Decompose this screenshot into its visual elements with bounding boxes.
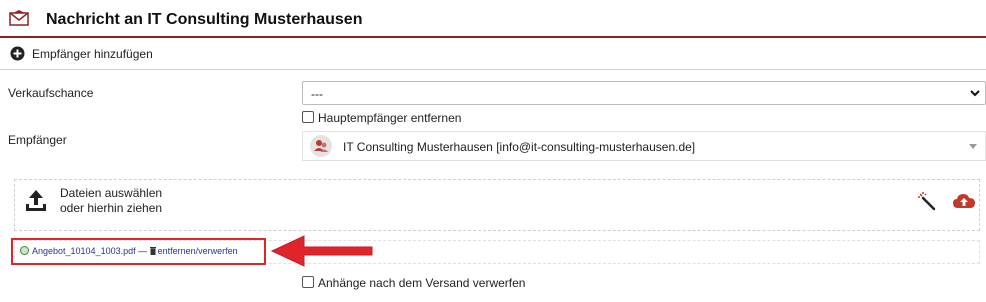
attachment-remove-link[interactable]: entfernen/verwerfen bbox=[158, 246, 238, 256]
status-dot-icon bbox=[20, 246, 29, 255]
file-dropzone[interactable]: Dateien auswählen oder hierhin ziehen bbox=[14, 179, 980, 231]
opportunity-label: Verkaufschance bbox=[8, 86, 94, 100]
recipient-value: IT Consulting Musterhausen [info@it-cons… bbox=[343, 140, 696, 154]
recipient-select[interactable]: IT Consulting Musterhausen [info@it-cons… bbox=[302, 131, 986, 161]
opportunity-select[interactable]: --- bbox=[302, 81, 986, 105]
attachment-separator: — bbox=[138, 246, 148, 256]
cloud-upload-icon[interactable] bbox=[952, 192, 976, 213]
discard-after-send-checkbox[interactable] bbox=[302, 276, 314, 288]
add-recipient-bar: Empfänger hinzufügen bbox=[0, 38, 986, 70]
dialog-header: Nachricht an IT Consulting Musterhausen bbox=[0, 0, 986, 38]
dialog-title: Nachricht an IT Consulting Musterhausen bbox=[46, 11, 363, 28]
red-arrow-annotation bbox=[268, 230, 380, 275]
upload-icon[interactable] bbox=[23, 188, 49, 217]
add-recipient-button[interactable]: Empfänger hinzufügen bbox=[32, 47, 153, 61]
upload-line-2: oder hierhin ziehen bbox=[60, 201, 163, 215]
attachment-item: Angebot_10104_1003.pdf — entfernen/verwe… bbox=[20, 246, 238, 257]
recipient-label: Empfänger bbox=[8, 133, 67, 147]
dropdown-caret-icon bbox=[969, 144, 977, 149]
envelope-icon bbox=[9, 10, 29, 29]
magic-wand-icon[interactable] bbox=[917, 191, 937, 214]
opportunity-select-value: --- bbox=[311, 87, 323, 101]
trash-icon[interactable] bbox=[149, 247, 156, 257]
attachment-filename-link[interactable]: Angebot_10104_1003.pdf bbox=[32, 246, 136, 256]
contacts-icon bbox=[310, 135, 332, 157]
remove-primary-label: Hauptempfänger entfernen bbox=[318, 111, 462, 125]
discard-after-send-label: Anhänge nach dem Versand verwerfen bbox=[318, 276, 526, 290]
upload-line-1: Dateien auswählen bbox=[60, 186, 163, 200]
chevron-down-icon bbox=[969, 87, 981, 102]
remove-primary-checkbox[interactable] bbox=[302, 111, 314, 123]
upload-instructions: Dateien auswählen oder hierhin ziehen bbox=[60, 186, 162, 216]
add-circle-icon[interactable] bbox=[10, 46, 25, 64]
